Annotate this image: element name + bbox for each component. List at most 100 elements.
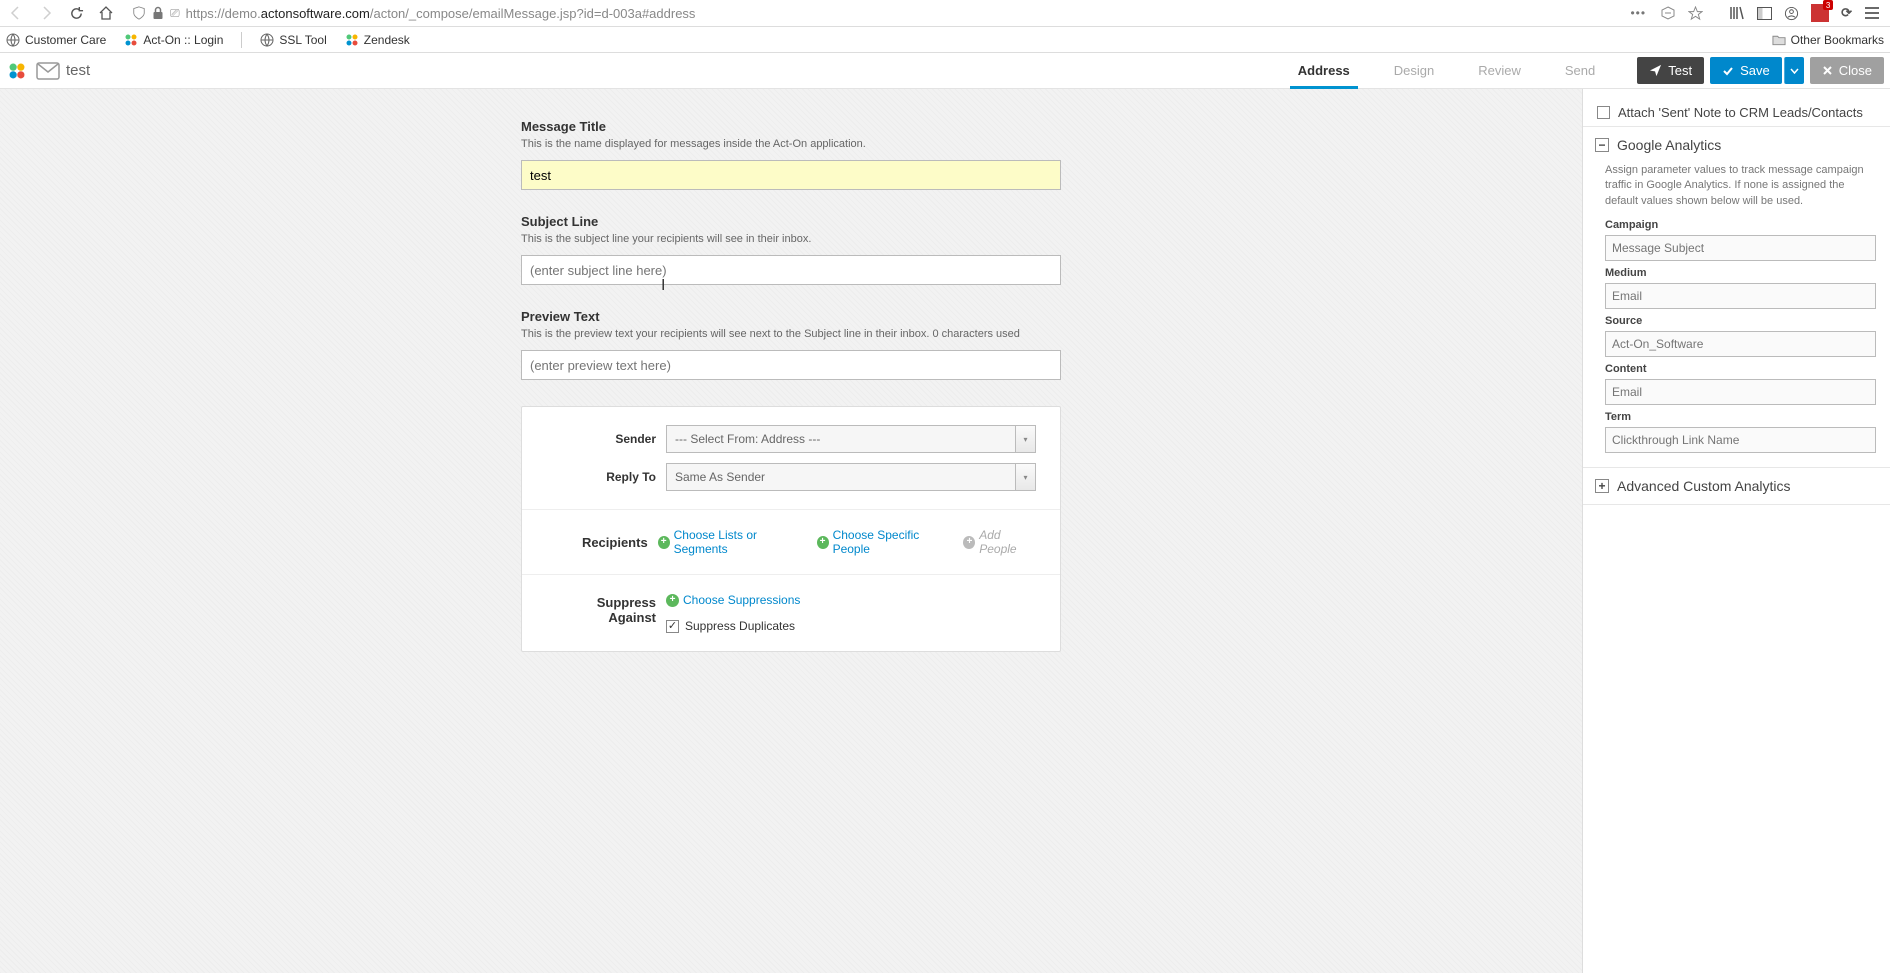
permissions-icon[interactable]: ⎚: [170, 6, 180, 21]
reader-mode-icon[interactable]: [1660, 6, 1676, 20]
app-header: test Address Design Review Send Test Sav…: [0, 53, 1890, 89]
side-panel: Attach 'Sent' Note to CRM Leads/Contacts…: [1582, 89, 1890, 973]
app-logo-icon[interactable]: [8, 62, 26, 80]
home-icon[interactable]: [96, 3, 116, 23]
sidebar-icon[interactable]: [1757, 7, 1772, 20]
suppress-duplicates-checkbox[interactable]: [666, 620, 679, 633]
ga-medium-label: Medium: [1605, 267, 1876, 279]
mail-icon: [36, 62, 60, 80]
acton-logo-icon: [124, 33, 138, 47]
preview-text-help: This is the preview text your recipients…: [521, 328, 1061, 340]
text-cursor-icon: I: [661, 277, 665, 295]
sender-section: Sender --- Select From: Address --- ▾ Re…: [522, 407, 1060, 510]
bookmark-divider: [241, 32, 242, 48]
preview-text-heading: Preview Text: [521, 309, 1061, 324]
ga-campaign-label: Campaign: [1605, 219, 1876, 231]
other-bookmarks-label: Other Bookmarks: [1791, 33, 1884, 47]
caret-down-icon: [1790, 68, 1799, 74]
ga-campaign-input[interactable]: [1605, 235, 1876, 261]
bookmark-zendesk[interactable]: Zendesk: [345, 33, 410, 47]
close-button[interactable]: Close: [1810, 57, 1884, 84]
page-actions-icon[interactable]: •••: [1630, 6, 1646, 20]
body-wrap: Message Title This is the name displayed…: [0, 89, 1890, 973]
save-button[interactable]: Save: [1710, 57, 1782, 84]
subject-line-input[interactable]: [521, 255, 1061, 285]
ga-description: Assign parameter values to track message…: [1605, 163, 1876, 209]
message-title-help: This is the name displayed for messages …: [521, 138, 1061, 150]
close-button-label: Close: [1839, 63, 1872, 78]
tab-design[interactable]: Design: [1392, 53, 1436, 88]
save-dropdown-button[interactable]: [1784, 57, 1804, 84]
extension-icon[interactable]: ⟳: [1841, 5, 1852, 21]
reply-to-label: Reply To: [546, 470, 666, 484]
bookmark-ssl-tool[interactable]: SSL Tool: [260, 33, 326, 47]
url-bar[interactable]: ⎚ https://demo.actonsoftware.com/acton/_…: [126, 1, 1709, 25]
sender-recipients-card: Sender --- Select From: Address --- ▾ Re…: [521, 406, 1061, 652]
preview-text-input[interactable]: [521, 350, 1061, 380]
recipients-label: Recipients: [546, 535, 658, 550]
account-icon[interactable]: [1784, 6, 1799, 21]
reply-to-select-dropdown-button[interactable]: ▾: [1016, 463, 1036, 491]
sender-select-dropdown-button[interactable]: ▾: [1016, 425, 1036, 453]
expand-toggle-icon[interactable]: +: [1595, 479, 1609, 493]
suppress-section: Suppress Against +Choose Suppressions Su…: [522, 575, 1060, 651]
collapse-toggle-icon[interactable]: −: [1595, 138, 1609, 152]
reload-icon[interactable]: [66, 3, 86, 23]
bookmark-customer-care[interactable]: Customer Care: [6, 33, 106, 47]
bookmark-label: SSL Tool: [279, 33, 326, 47]
globe-icon: [260, 33, 274, 47]
bookmark-label: Zendesk: [364, 33, 410, 47]
ga-content-input[interactable]: [1605, 379, 1876, 405]
choose-lists-link[interactable]: +Choose Lists or Segments: [658, 528, 803, 556]
extension-badge-icon[interactable]: [1811, 4, 1829, 22]
ga-content-label: Content: [1605, 363, 1876, 375]
message-title-input[interactable]: [521, 160, 1061, 190]
subject-line-heading: Subject Line: [521, 214, 1061, 229]
test-button[interactable]: Test: [1637, 57, 1704, 84]
bookmark-acton-login[interactable]: Act-On :: Login: [124, 33, 223, 47]
reply-to-select[interactable]: Same As Sender ▾: [666, 463, 1036, 491]
google-analytics-header[interactable]: − Google Analytics: [1583, 126, 1890, 163]
forward-icon[interactable]: [36, 3, 56, 23]
ga-medium-input[interactable]: [1605, 283, 1876, 309]
bookmark-star-icon[interactable]: [1688, 6, 1703, 21]
sender-select-value: --- Select From: Address ---: [666, 425, 1016, 453]
document-title: test: [66, 62, 90, 79]
sender-select[interactable]: --- Select From: Address --- ▾: [666, 425, 1036, 453]
ga-term-input[interactable]: [1605, 427, 1876, 453]
lock-icon[interactable]: [152, 6, 164, 20]
sender-label: Sender: [546, 432, 666, 446]
back-icon[interactable]: [6, 3, 26, 23]
folder-icon: [1772, 33, 1786, 47]
shield-info-icon[interactable]: [132, 6, 146, 20]
other-bookmarks[interactable]: Other Bookmarks: [1772, 33, 1884, 47]
check-icon: [1722, 65, 1734, 77]
library-icon[interactable]: [1729, 6, 1745, 20]
test-button-label: Test: [1668, 63, 1692, 78]
message-title-heading: Message Title: [521, 119, 1061, 134]
ga-source-label: Source: [1605, 315, 1876, 327]
crm-note-checkbox[interactable]: [1597, 106, 1610, 119]
chevron-down-icon: ▾: [1023, 473, 1027, 482]
add-people-disabled: +Add People: [963, 528, 1036, 556]
crm-note-row[interactable]: Attach 'Sent' Note to CRM Leads/Contacts: [1583, 99, 1890, 126]
advanced-analytics-header[interactable]: + Advanced Custom Analytics: [1583, 467, 1890, 505]
hamburger-menu-icon[interactable]: [1864, 6, 1880, 20]
plus-circle-icon: +: [817, 536, 829, 549]
tab-address[interactable]: Address: [1296, 53, 1352, 88]
choose-suppressions-link[interactable]: +Choose Suppressions: [666, 593, 800, 607]
url-text: https://demo.actonsoftware.com/acton/_co…: [186, 6, 1625, 21]
header-buttons: Test Save Close: [1637, 57, 1884, 84]
send-icon: [1649, 64, 1662, 77]
recipients-section: Recipients +Choose Lists or Segments +Ch…: [522, 510, 1060, 575]
acton-logo-icon: [345, 33, 359, 47]
ga-source-input[interactable]: [1605, 331, 1876, 357]
browser-toolbar: ⎚ https://demo.actonsoftware.com/acton/_…: [0, 0, 1890, 27]
plus-circle-icon: +: [666, 594, 679, 607]
form-column: Message Title This is the name displayed…: [521, 119, 1061, 652]
suppress-duplicates-label: Suppress Duplicates: [685, 619, 795, 633]
choose-people-link[interactable]: +Choose Specific People: [817, 528, 950, 556]
google-analytics-title: Google Analytics: [1617, 137, 1721, 153]
tab-review[interactable]: Review: [1476, 53, 1523, 88]
tab-send[interactable]: Send: [1563, 53, 1597, 88]
